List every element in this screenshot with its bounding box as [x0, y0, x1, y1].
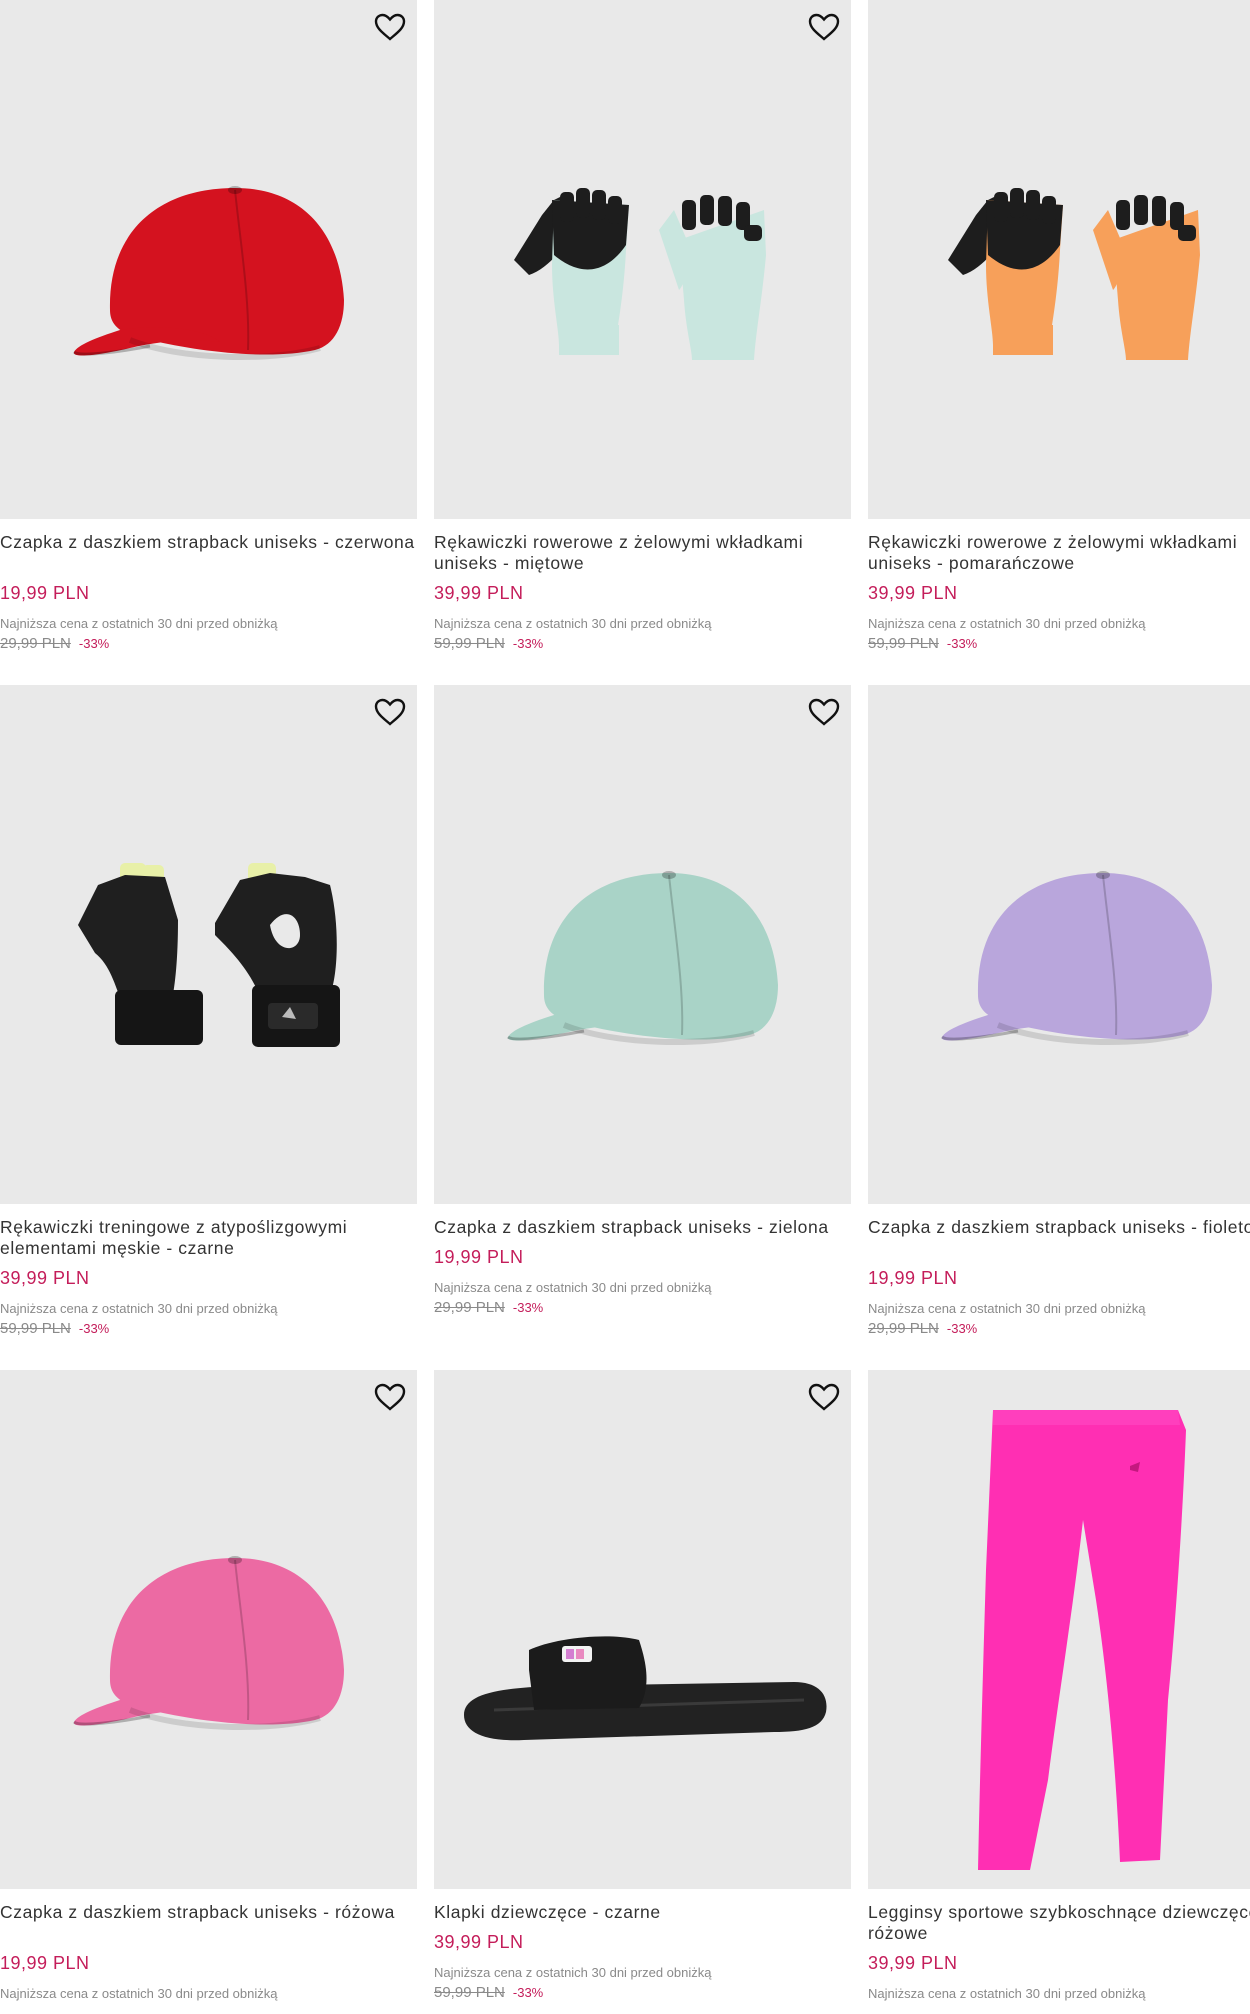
product-price: 39,99 PLN: [434, 583, 524, 603]
lowest-price-label: Najniższa cena z ostatnich 30 dni przed …: [868, 1986, 1146, 2001]
product-title[interactable]: Legginsy sportowe szybkoschnące dziewczę…: [868, 1902, 1250, 1944]
product-title[interactable]: Klapki dziewczęce - czarne: [434, 1902, 851, 1923]
old-price-row: 29,99 PLN -33%: [0, 635, 417, 652]
discount-badge: -33%: [512, 636, 544, 651]
discount-badge: -33%: [512, 1300, 544, 1315]
favorite-heart-icon[interactable]: [371, 695, 409, 729]
old-price-row: 29,99 PLN -33%: [434, 1299, 851, 1316]
product-price: 19,99 PLN: [0, 583, 90, 603]
product-image[interactable]: [434, 0, 851, 519]
purple-cap-image: [868, 685, 1250, 1204]
product-price: 19,99 PLN: [868, 1268, 958, 1288]
old-price: 59,99 PLN: [0, 1320, 71, 1337]
lowest-price-label: Najniższa cena z ostatnich 30 dni przed …: [0, 1986, 278, 2001]
discount-badge: -33%: [512, 1985, 544, 2000]
old-price-row: 29,99 PLN -33%: [868, 1320, 1250, 1337]
product-card[interactable]: Czapka z daszkiem strapback uniseks - cz…: [0, 0, 417, 652]
old-price: 59,99 PLN: [434, 635, 505, 652]
old-price: 59,99 PLN: [868, 635, 939, 652]
old-price-row: 59,99 PLN -33%: [868, 635, 1250, 652]
product-image[interactable]: [868, 1370, 1250, 1889]
product-title[interactable]: Czapka z daszkiem strapback uniseks - zi…: [434, 1217, 851, 1238]
product-title[interactable]: Czapka z daszkiem strapback uniseks - cz…: [0, 532, 417, 574]
product-price: 39,99 PLN: [434, 1932, 524, 1952]
lowest-price-label: Najniższa cena z ostatnich 30 dni przed …: [0, 616, 278, 631]
product-price: 19,99 PLN: [434, 1247, 524, 1267]
old-price: 29,99 PLN: [434, 1299, 505, 1316]
product-card[interactable]: Rękawiczki rowerowe z żelowymi wkładkami…: [434, 0, 851, 652]
product-image[interactable]: [434, 685, 851, 1204]
product-price: 39,99 PLN: [0, 1268, 90, 1288]
product-price: 39,99 PLN: [868, 583, 958, 603]
black-training-gloves-image: [78, 863, 340, 1047]
product-card[interactable]: Czapka z daszkiem strapback uniseks - zi…: [434, 685, 851, 1316]
product-card[interactable]: Czapka z daszkiem strapback uniseks - fi…: [868, 685, 1250, 1337]
lowest-price-label: Najniższa cena z ostatnich 30 dni przed …: [868, 1301, 1146, 1316]
product-price: 19,99 PLN: [0, 1953, 90, 1973]
lowest-price-label: Najniższa cena z ostatnich 30 dni przed …: [868, 616, 1146, 631]
product-title[interactable]: Rękawiczki treningowe z atypoślizgowymi …: [0, 1217, 417, 1259]
product-card[interactable]: Klapki dziewczęce - czarne 39,99 PLN Naj…: [434, 1370, 851, 2001]
lowest-price-label: Najniższa cena z ostatnich 30 dni przed …: [434, 1965, 712, 1980]
favorite-heart-icon[interactable]: [805, 10, 843, 44]
product-image[interactable]: [868, 685, 1250, 1204]
product-card[interactable]: Rękawiczki rowerowe z żelowymi wkładkami…: [868, 0, 1250, 652]
lowest-price-label: Najniższa cena z ostatnich 30 dni przed …: [434, 1280, 712, 1295]
favorite-heart-icon[interactable]: [805, 1380, 843, 1414]
old-price: 59,99 PLN: [434, 1984, 505, 2001]
pink-leggings-image: [978, 1410, 1186, 1870]
product-price: 39,99 PLN: [868, 1953, 958, 1973]
discount-badge: -33%: [78, 1321, 110, 1336]
product-image[interactable]: [868, 0, 1250, 519]
product-title[interactable]: Rękawiczki rowerowe z żelowymi wkładkami…: [434, 532, 851, 574]
discount-badge: -33%: [946, 1321, 978, 1336]
discount-badge: -33%: [946, 636, 978, 651]
old-price-row: 59,99 PLN -33%: [434, 635, 851, 652]
product-image[interactable]: [0, 0, 417, 519]
discount-badge: -33%: [78, 636, 110, 651]
old-price: 29,99 PLN: [0, 635, 71, 652]
red-cap-image: [0, 0, 417, 519]
product-title[interactable]: Czapka z daszkiem strapback uniseks - ró…: [0, 1902, 417, 1944]
lowest-price-label: Najniższa cena z ostatnich 30 dni przed …: [0, 1301, 278, 1316]
favorite-heart-icon[interactable]: [371, 1380, 409, 1414]
favorite-heart-icon[interactable]: [805, 695, 843, 729]
old-price-row: 59,99 PLN -33%: [0, 1320, 417, 1337]
product-image[interactable]: [434, 1370, 851, 1889]
old-price-row: 59,99 PLN -33%: [434, 1984, 851, 2001]
product-image[interactable]: [0, 685, 417, 1204]
green-cap-image: [434, 685, 851, 1204]
product-card[interactable]: Czapka z daszkiem strapback uniseks - ró…: [0, 1370, 417, 2001]
product-card[interactable]: Legginsy sportowe szybkoschnące dziewczę…: [868, 1370, 1250, 2001]
mint-gloves-image: [434, 0, 851, 519]
product-image[interactable]: [0, 1370, 417, 1889]
pink-cap-image: [0, 1370, 417, 1889]
orange-gloves-image: [868, 0, 1250, 519]
product-title[interactable]: Czapka z daszkiem strapback uniseks - fi…: [868, 1217, 1250, 1259]
black-slides-image: [464, 1636, 827, 1741]
product-title[interactable]: Rękawiczki rowerowe z żelowymi wkładkami…: [868, 532, 1250, 574]
lowest-price-label: Najniższa cena z ostatnich 30 dni przed …: [434, 616, 712, 631]
favorite-heart-icon[interactable]: [371, 10, 409, 44]
product-card[interactable]: Rękawiczki treningowe z atypoślizgowymi …: [0, 685, 417, 1337]
old-price: 29,99 PLN: [868, 1320, 939, 1337]
